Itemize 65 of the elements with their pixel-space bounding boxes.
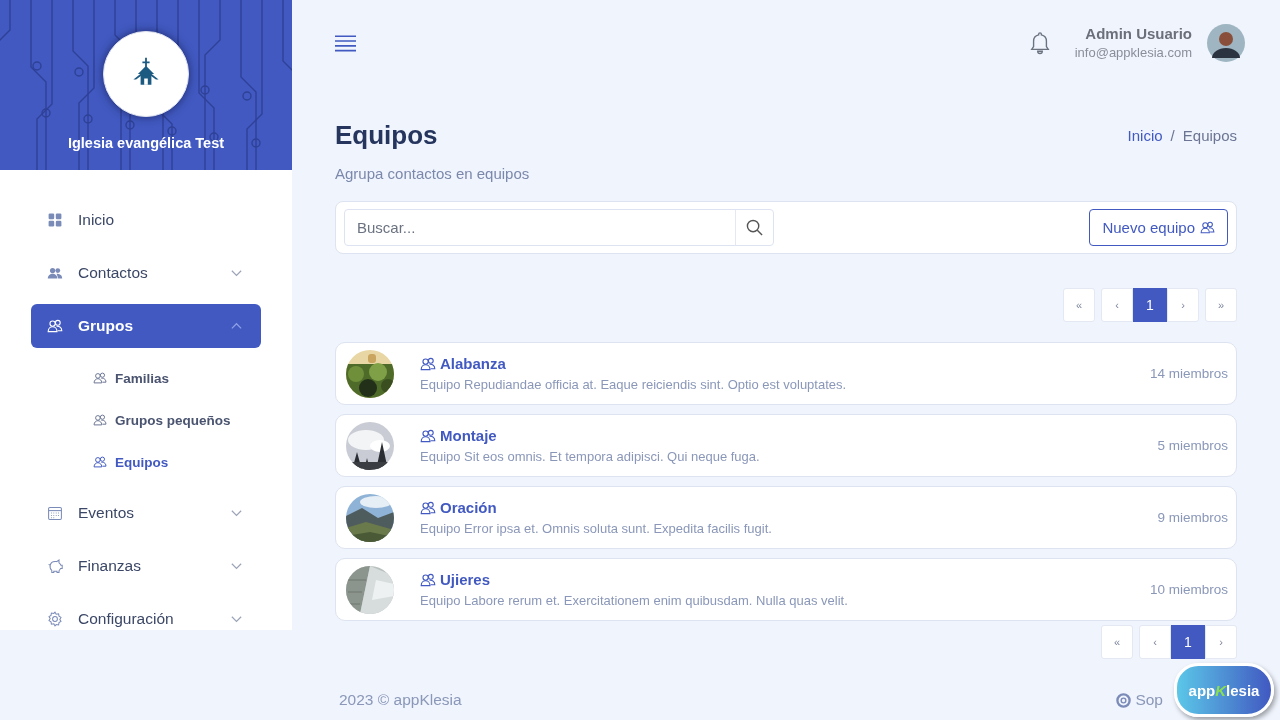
group-icon <box>420 355 436 372</box>
page-button[interactable]: › <box>1167 288 1199 322</box>
grid-icon <box>47 212 63 228</box>
nav-item[interactable]: Configuración <box>31 597 261 630</box>
nav-item[interactable]: Eventos <box>31 491 261 535</box>
page-button[interactable]: « <box>1063 288 1095 322</box>
calendar-icon <box>47 505 63 521</box>
lifebuoy-icon <box>1116 692 1132 708</box>
group-icon <box>1200 220 1215 235</box>
group-icon <box>93 413 107 427</box>
page-subtitle: Agrupa contactos en equipos <box>335 165 531 182</box>
page-button[interactable]: « <box>1101 625 1133 659</box>
search-input[interactable]: Buscar... <box>345 219 735 236</box>
member-count: 9 miembros <box>1157 510 1228 525</box>
team-name[interactable]: Oración <box>420 499 497 516</box>
page-button[interactable]: 1 <box>1171 625 1205 659</box>
church-name: Iglesia evangélica Test <box>67 135 225 151</box>
team-name[interactable]: Ujieres <box>420 571 491 588</box>
page-button[interactable]: › <box>1205 625 1237 659</box>
member-count: 10 miembros <box>1149 582 1228 597</box>
nav-item[interactable]: Finanzas <box>31 544 261 588</box>
gear-icon <box>47 611 63 627</box>
page-button[interactable]: » <box>1205 288 1237 322</box>
users-icon <box>47 265 63 281</box>
group-icon <box>93 455 107 469</box>
group-icon <box>93 371 107 385</box>
nav-subitem[interactable]: Equipos <box>31 441 261 483</box>
team-description: Equipo Repudiandae officia at. Eaque reiciendis sint. Optio est voluptates. <box>420 377 847 392</box>
nav-item[interactable]: Contactos <box>31 251 261 295</box>
group-icon <box>420 427 436 444</box>
bell-icon[interactable] <box>1028 30 1051 55</box>
team-name[interactable]: Montaje <box>420 427 497 444</box>
nav-subitem[interactable]: Familias <box>31 357 261 399</box>
team-card[interactable]: Oración Equipo Error ipsa et. Omnis soluta sunt. Expedita facilis fugit. 9 miembros <box>335 486 1237 549</box>
member-count: 5 miembros <box>1157 438 1228 453</box>
group-icon <box>47 318 63 334</box>
page-button[interactable]: 1 <box>1133 288 1167 322</box>
group-icon <box>420 499 436 516</box>
piggy-bank-icon <box>47 558 63 574</box>
group-icon <box>420 571 436 588</box>
team-description: Equipo Error ipsa et. Omnis soluta sunt. Expedita facilis fugit. <box>420 521 772 536</box>
breadcrumb-separator: / <box>1170 127 1175 144</box>
nav-subitem[interactable]: Grupos pequeños <box>31 399 261 441</box>
copyright-text: 2023 © appKlesia <box>339 691 462 709</box>
search-field[interactable]: Buscar... <box>344 209 774 246</box>
breadcrumb-item: Equipos <box>1182 127 1237 144</box>
team-description: Equipo Sit eos omnis. Et tempora adipisci. Qui neque fuga. <box>420 449 760 464</box>
member-count: 14 miembros <box>1149 366 1228 381</box>
brand-badge[interactable]: appKlesia <box>1174 663 1274 717</box>
team-name[interactable]: Alabanza <box>420 355 506 372</box>
team-card[interactable]: Ujieres Equipo Labore rerum et. Exercitationem enim quibusdam. Nulla quas velit. 10 miembros <box>335 558 1237 621</box>
page-button[interactable]: ‹ <box>1139 625 1171 659</box>
new-team-button[interactable]: Nuevo equipo <box>1089 209 1228 246</box>
team-card[interactable]: Montaje Equipo Sit eos omnis. Et tempora adipisci. Qui neque fuga. 5 miembros <box>335 414 1237 477</box>
team-card[interactable]: Alabanza Equipo Repudiandae officia at. Eaque reiciendis sint. Optio est voluptates. 14 miembros <box>335 342 1237 405</box>
user-email: info@appklesia.com <box>1074 45 1192 60</box>
breadcrumb-item[interactable]: Inicio <box>1127 127 1163 144</box>
user-name: Admin Usuario <box>1085 25 1192 42</box>
team-description: Equipo Labore rerum et. Exercitationem enim quibusdam. Nulla quas velit. <box>420 593 848 608</box>
nav-item[interactable]: Inicio <box>31 198 261 242</box>
nav-item[interactable]: Grupos <box>31 304 261 348</box>
page-title: Equipos <box>335 120 438 151</box>
menu-icon[interactable] <box>335 33 356 52</box>
page-button[interactable]: ‹ <box>1101 288 1133 322</box>
avatar[interactable] <box>1207 23 1245 62</box>
